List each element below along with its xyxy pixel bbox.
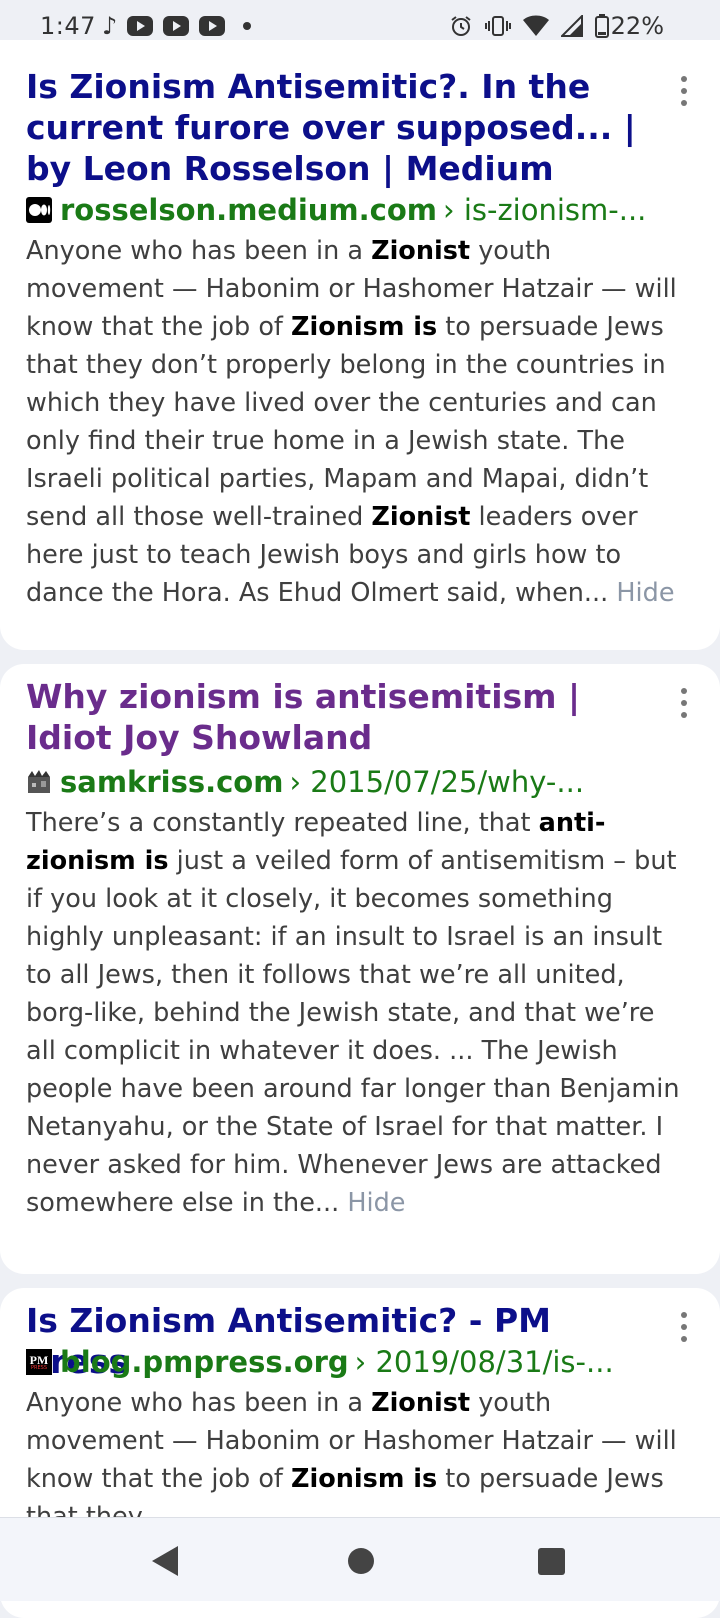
result-domain: blog.pmpress.org [60,1345,349,1379]
notification-icons: ♪ [102,12,252,40]
result-domain: rosselson.medium.com [60,193,437,227]
dot-icon [243,22,252,30]
result-title-link[interactable]: Why zionism is antisemitism | Idiot Joy … [26,676,646,758]
back-icon[interactable] [152,1546,178,1576]
status-time: 1:47 [40,12,96,40]
system-icons: 22% [449,12,664,40]
search-result-card: Why zionism is antisemitism | Idiot Joy … [0,664,720,1274]
result-snippet: Anyone who has been in a Zionist youth m… [26,236,677,608]
signal-icon [560,15,583,37]
result-snippet: There’s a constantly repeated line, that… [26,808,680,1218]
hide-snippet-link[interactable]: Hide [616,578,674,608]
result-path: › 2019/08/31/is-... [354,1345,614,1379]
medium-icon [26,197,52,223]
result-title-link[interactable]: Is Zionism Antisemitic?. In the current … [26,66,646,189]
recents-icon[interactable] [538,1548,565,1575]
wifi-icon [522,15,549,36]
battery-percentage: 22% [610,12,664,40]
samkriss-icon [28,770,50,793]
result-source[interactable]: rosselson.medium.com › is-zionism-... [26,192,646,228]
home-icon[interactable] [348,1548,374,1574]
search-result-card: Is Zionism Antisemitic?. In the current … [0,40,720,650]
navigation-bar [0,1517,720,1601]
pm-press-icon: PM PRESS [26,1349,52,1375]
youtube-icon [127,16,154,36]
hide-snippet-link[interactable]: Hide [347,1188,405,1218]
youtube-icon [199,16,226,36]
alarm-icon [451,16,471,36]
result-source[interactable]: PM PRESS blog.pmpress.org › 2019/08/31/i… [26,1344,614,1380]
result-path: › 2015/07/25/why-... [289,765,585,799]
tiktok-icon: ♪ [102,12,118,40]
battery-icon [594,14,609,38]
more-options-icon[interactable] [680,688,688,718]
more-options-icon[interactable] [680,1312,688,1342]
result-domain: samkriss.com [60,765,284,799]
result-source[interactable]: samkriss.com › 2015/07/25/why-... [26,764,584,800]
more-options-icon[interactable] [680,76,688,106]
result-path: › is-zionism-... [443,193,647,227]
vibrate-icon [484,16,511,36]
youtube-icon [163,16,190,36]
result-snippet: Anyone who has been in a Zionist youth m… [26,1388,677,1532]
